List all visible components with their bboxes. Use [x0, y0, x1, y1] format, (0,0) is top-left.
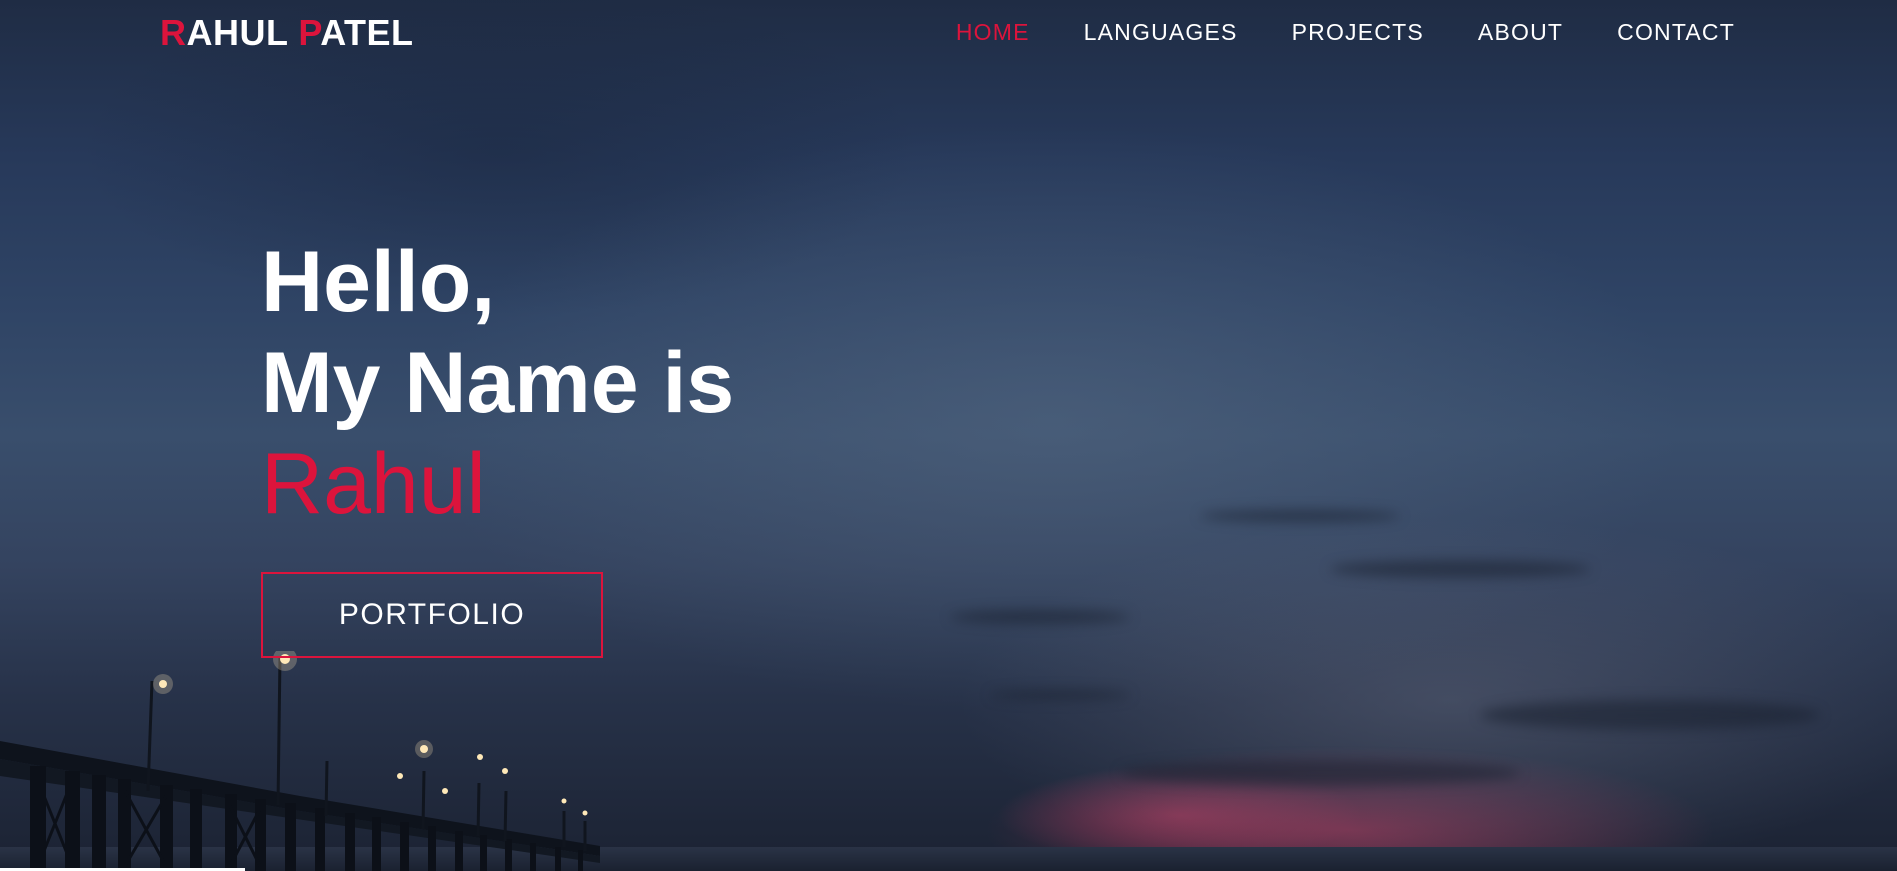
brand-first-rest: AHUL	[186, 12, 288, 53]
cloud	[1330, 560, 1590, 578]
nav-link-projects[interactable]: PROJECTS	[1292, 19, 1424, 46]
nav-link-home[interactable]: HOME	[956, 19, 1030, 46]
nav-link-contact[interactable]: CONTACT	[1617, 19, 1735, 46]
brand-last-rest: ATEL	[320, 12, 414, 53]
cloud	[1120, 760, 1520, 786]
cloud	[990, 690, 1130, 700]
hero-greeting: Hello,	[261, 234, 496, 330]
nav-link-languages[interactable]: LANGUAGES	[1084, 19, 1238, 46]
navbar: RAHUL PATEL HOME LANGUAGES PROJECTS ABOU…	[0, 0, 1897, 66]
hero-heading: Hello, My Name is Rahul	[261, 232, 734, 535]
nav-links: HOME LANGUAGES PROJECTS ABOUT CONTACT	[902, 19, 1735, 46]
brand-first-initial: R	[160, 12, 187, 53]
hero-intro: My Name is	[261, 335, 735, 431]
brand-logo[interactable]: RAHUL PATEL	[160, 12, 414, 54]
nav-link-about[interactable]: ABOUT	[1478, 19, 1563, 46]
cloud	[1200, 510, 1400, 522]
cloud	[1480, 700, 1820, 730]
cloud	[950, 610, 1130, 624]
pier-silhouette	[0, 651, 600, 871]
brand-last-initial: P	[298, 12, 321, 53]
portfolio-button[interactable]: PORTFOLIO	[261, 572, 603, 658]
hero-name: Rahul	[261, 436, 486, 532]
page: RAHUL PATEL HOME LANGUAGES PROJECTS ABOU…	[0, 0, 1897, 871]
